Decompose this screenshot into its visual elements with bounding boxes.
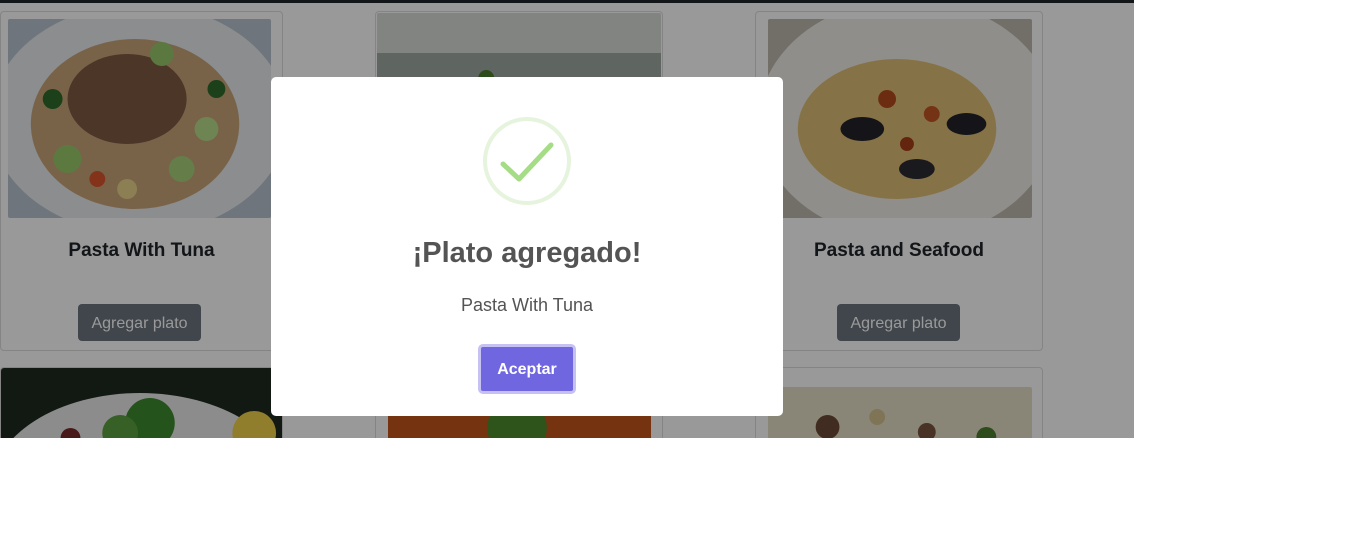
accept-button[interactable]: Aceptar	[478, 344, 576, 394]
success-dialog: ¡Plato agregado! Pasta With Tuna Aceptar	[271, 77, 783, 416]
dialog-title: ¡Plato agregado!	[412, 237, 642, 269]
dialog-message: Pasta With Tuna	[460, 295, 594, 315]
success-check-icon	[483, 117, 571, 205]
app-viewport: Pasta With Tuna Agregar plato Pasta and …	[0, 0, 1134, 438]
